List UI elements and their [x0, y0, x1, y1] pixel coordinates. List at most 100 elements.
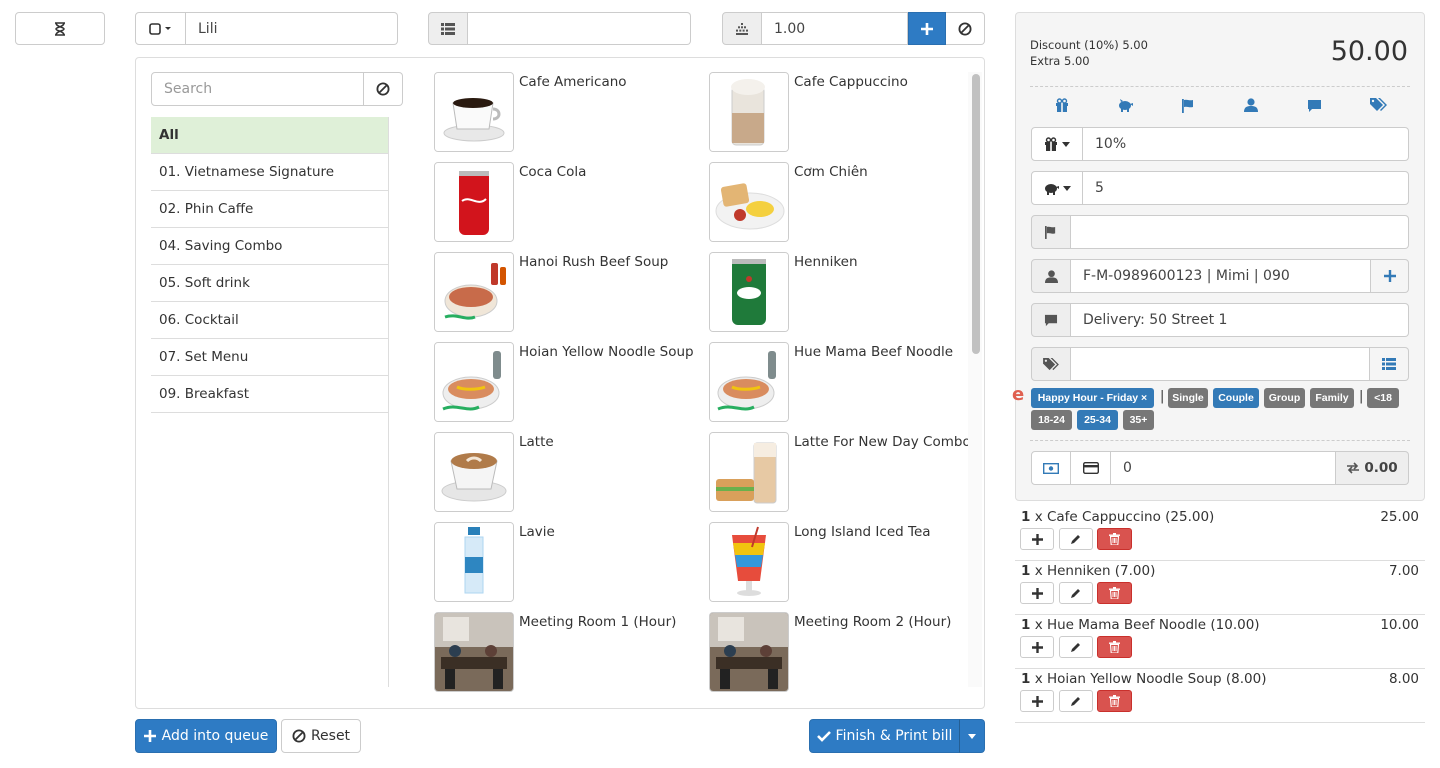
- customer-tab[interactable]: [1244, 98, 1258, 112]
- increase-qty-button[interactable]: [1020, 636, 1054, 658]
- product-image[interactable]: [434, 252, 514, 332]
- tag-chip[interactable]: Single: [1168, 388, 1208, 408]
- product-card[interactable]: Cơm Chiên: [709, 162, 979, 242]
- payment-amount-input[interactable]: 0: [1111, 451, 1336, 485]
- tag-chip[interactable]: 25-34: [1077, 410, 1118, 430]
- flag-input[interactable]: [1071, 215, 1409, 249]
- category-item[interactable]: 02. Phin Caffe: [151, 191, 388, 228]
- product-name[interactable]: Lavie: [519, 522, 699, 542]
- quantity-input[interactable]: 1.00: [762, 12, 908, 45]
- product-card[interactable]: Lavie: [434, 522, 704, 602]
- add-customer-button[interactable]: [1371, 259, 1409, 293]
- category-item[interactable]: 07. Set Menu: [151, 339, 388, 376]
- product-card[interactable]: Long Island Iced Tea: [709, 522, 979, 602]
- product-image[interactable]: [709, 72, 789, 152]
- add-quantity-button[interactable]: [908, 12, 946, 45]
- piggy-bank-tab[interactable]: [1117, 99, 1133, 112]
- tag-chip[interactable]: Couple: [1213, 388, 1259, 408]
- product-name[interactable]: Meeting Room 2 (Hour): [794, 612, 974, 632]
- clear-quantity-button[interactable]: [946, 12, 985, 45]
- note-tab[interactable]: [1307, 99, 1322, 113]
- gift-tab[interactable]: [1055, 98, 1069, 112]
- category-item[interactable]: 05. Soft drink: [151, 265, 388, 302]
- clear-search-button[interactable]: [364, 72, 403, 106]
- product-image[interactable]: [709, 162, 789, 242]
- product-image[interactable]: [709, 342, 789, 422]
- tag-chip[interactable]: Happy Hour - Friday ×: [1031, 388, 1154, 408]
- product-name[interactable]: Long Island Iced Tea: [794, 522, 974, 542]
- category-item[interactable]: 06. Cocktail: [151, 302, 388, 339]
- tags-tab[interactable]: [1370, 98, 1387, 112]
- category-item[interactable]: 09. Breakfast: [151, 376, 388, 413]
- product-name[interactable]: Latte: [519, 432, 699, 452]
- flag-tab[interactable]: [1182, 99, 1195, 113]
- product-name[interactable]: Cafe Americano: [519, 72, 699, 92]
- product-card[interactable]: Latte: [434, 432, 704, 512]
- remove-item-button[interactable]: [1097, 690, 1132, 712]
- product-name[interactable]: Hanoi Rush Beef Soup: [519, 252, 699, 272]
- product-image[interactable]: [709, 252, 789, 332]
- numpad-icon-addon[interactable]: [722, 12, 762, 45]
- card-payment-button[interactable]: [1071, 451, 1111, 485]
- finish-options-dropdown[interactable]: [959, 719, 985, 753]
- category-search-input[interactable]: Search: [151, 72, 364, 106]
- tag-chip[interactable]: <18: [1367, 388, 1399, 408]
- tags-list-button[interactable]: [1370, 347, 1409, 381]
- note-input[interactable]: Delivery: 50 Street 1: [1071, 303, 1409, 337]
- product-name[interactable]: Henniken: [794, 252, 974, 272]
- tags-input[interactable]: [1071, 347, 1370, 381]
- product-image[interactable]: [434, 432, 514, 512]
- edit-item-button[interactable]: [1059, 528, 1093, 550]
- finish-print-bill-button[interactable]: Finish & Print bill: [809, 719, 960, 753]
- product-image[interactable]: [434, 162, 514, 242]
- table-input[interactable]: [468, 12, 691, 45]
- product-card[interactable]: Cafe Americano: [434, 72, 704, 152]
- tag-chip[interactable]: Group: [1264, 388, 1305, 408]
- tag-chip[interactable]: Family: [1310, 388, 1354, 408]
- list-icon-addon[interactable]: [428, 12, 468, 45]
- category-item[interactable]: 04. Saving Combo: [151, 228, 388, 265]
- tag-chip[interactable]: 18-24: [1031, 410, 1072, 430]
- edit-item-button[interactable]: [1059, 690, 1093, 712]
- edit-item-button[interactable]: [1059, 636, 1093, 658]
- tag-chip[interactable]: 35+: [1123, 410, 1154, 430]
- discount-input[interactable]: 10%: [1083, 127, 1409, 161]
- edit-item-button[interactable]: [1059, 582, 1093, 604]
- product-card[interactable]: Meeting Room 2 (Hour): [709, 612, 979, 692]
- product-card[interactable]: Hanoi Rush Beef Soup: [434, 252, 704, 332]
- product-name[interactable]: Hoian Yellow Noodle Soup: [519, 342, 699, 362]
- product-image[interactable]: [709, 522, 789, 602]
- product-image[interactable]: [709, 432, 789, 512]
- product-card[interactable]: Hoian Yellow Noodle Soup: [434, 342, 704, 422]
- product-image[interactable]: [434, 72, 514, 152]
- product-card[interactable]: Henniken: [709, 252, 979, 332]
- product-card[interactable]: Meeting Room 1 (Hour): [434, 612, 704, 692]
- reset-button[interactable]: Reset: [281, 719, 361, 753]
- product-card[interactable]: Latte For New Day Combo: [709, 432, 979, 512]
- product-name[interactable]: Cơm Chiên: [794, 162, 974, 182]
- category-item[interactable]: All: [151, 117, 388, 154]
- increase-qty-button[interactable]: [1020, 582, 1054, 604]
- customer-input[interactable]: F-M-0989600123 | Mimi | 090: [1071, 259, 1371, 293]
- product-scrollbar-thumb[interactable]: [972, 74, 980, 354]
- product-image[interactable]: [434, 612, 514, 692]
- customer-type-dropdown[interactable]: [135, 12, 186, 45]
- cash-payment-button[interactable]: [1031, 451, 1071, 485]
- remove-item-button[interactable]: [1097, 582, 1132, 604]
- product-image[interactable]: [434, 522, 514, 602]
- remove-item-button[interactable]: [1097, 528, 1132, 550]
- remove-item-button[interactable]: [1097, 636, 1132, 658]
- increase-qty-button[interactable]: [1020, 528, 1054, 550]
- product-image[interactable]: [434, 342, 514, 422]
- product-card[interactable]: Hue Mama Beef Noodle: [709, 342, 979, 422]
- add-into-queue-button[interactable]: Add into queue: [135, 719, 277, 753]
- extra-type-dropdown[interactable]: [1031, 171, 1083, 205]
- customer-name-input[interactable]: Lili: [186, 12, 398, 45]
- discount-type-dropdown[interactable]: [1031, 127, 1083, 161]
- extra-input[interactable]: 5: [1083, 171, 1409, 205]
- product-card[interactable]: Coca Cola: [434, 162, 704, 242]
- hourglass-button[interactable]: [15, 12, 105, 45]
- product-image[interactable]: [709, 612, 789, 692]
- increase-qty-button[interactable]: [1020, 690, 1054, 712]
- product-card[interactable]: Cafe Cappuccino: [709, 72, 979, 152]
